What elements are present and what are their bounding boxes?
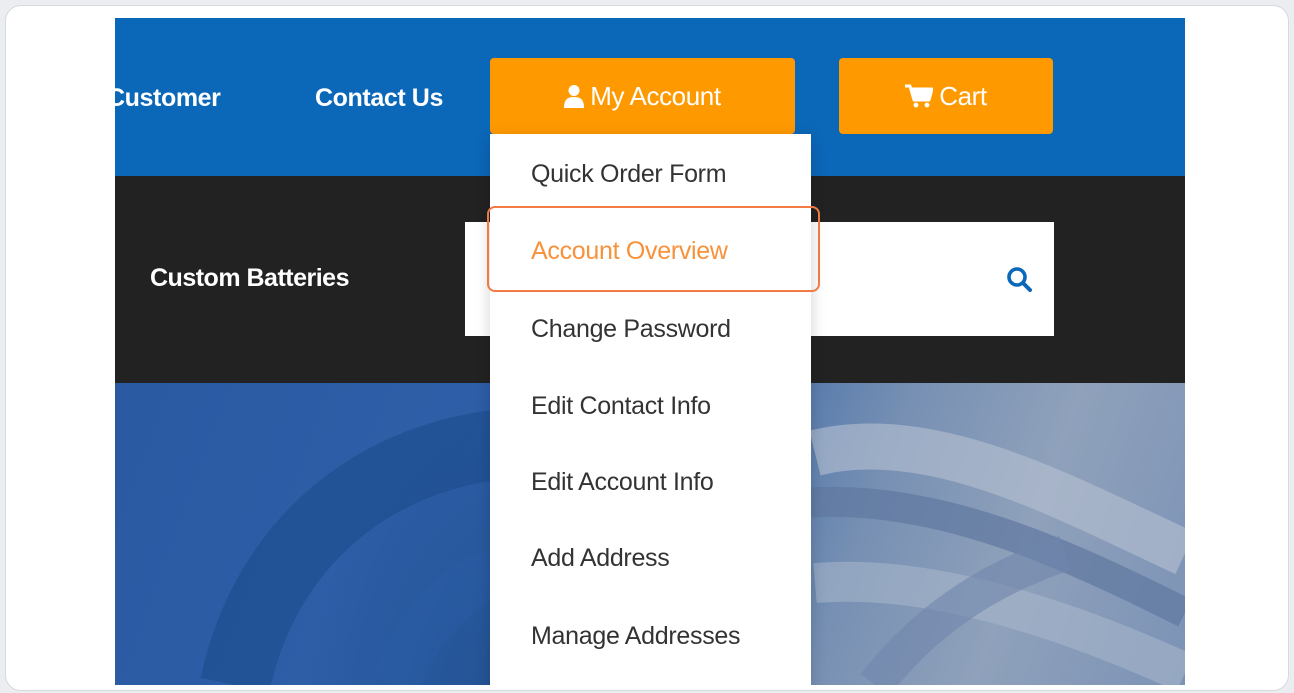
screenshot-frame: Customer Contact Us My Account Cart Cust… [5, 5, 1289, 691]
nav-link-contact-us[interactable]: Contact Us [315, 84, 443, 113]
menu-item-add-address[interactable]: Add Address [531, 544, 670, 573]
cart-label: Cart [939, 80, 987, 111]
menu-item-edit-contact-info[interactable]: Edit Contact Info [531, 392, 711, 421]
custom-batteries-link[interactable]: Custom Batteries [150, 264, 350, 293]
account-dropdown-menu: Quick Order Form Account Overview Change… [490, 134, 811, 685]
browser-viewport: Customer Contact Us My Account Cart Cust… [115, 18, 1185, 685]
menu-item-manage-addresses[interactable]: Manage Addresses [531, 622, 741, 651]
menu-item-account-overview[interactable]: Account Overview [531, 237, 728, 266]
user-icon [564, 84, 585, 108]
menu-item-change-password[interactable]: Change Password [531, 315, 731, 344]
menu-item-edit-account-info[interactable]: Edit Account Info [531, 468, 714, 497]
cart-icon [905, 84, 934, 108]
menu-item-quick-order-form[interactable]: Quick Order Form [531, 160, 727, 189]
my-account-label: My Account [590, 80, 721, 111]
nav-link-customer[interactable]: Customer [115, 84, 221, 113]
my-account-button[interactable]: My Account [490, 58, 795, 134]
cart-button[interactable]: Cart [839, 58, 1053, 134]
search-icon[interactable] [1006, 266, 1032, 297]
